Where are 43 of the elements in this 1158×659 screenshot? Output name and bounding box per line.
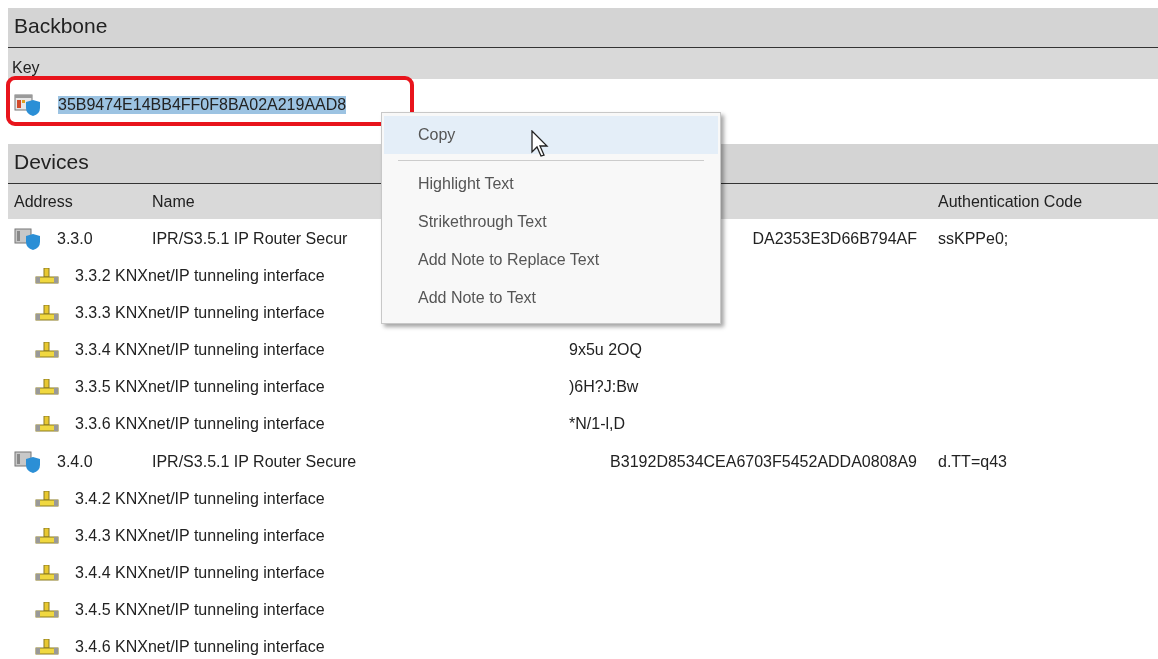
column-header: Address [14,192,74,211]
mouse-pointer-icon [531,130,549,158]
connector-icon [35,415,59,432]
connector-icon [35,378,59,395]
table-cell: 9x5u 2OQ [569,340,642,358]
menu-item[interactable]: Copy [384,116,718,154]
key-value[interactable]: 35B9474E14BB4FF0F8BA02A219AAD8 [58,96,347,114]
menu-item[interactable]: Add Note to Replace Text [384,241,718,279]
table-cell: DA2353E3D66B794AF [752,229,917,247]
menu-item[interactable]: Add Note to Text [384,279,718,317]
window-shield-icon [14,94,40,116]
connector-icon [35,267,59,284]
tree-item[interactable]: 3.3.6 KNXnet/IP tunneling interface [75,414,569,433]
connector-icon [35,638,59,655]
tree-item[interactable]: 3.4.6 KNXnet/IP tunneling interface [75,637,569,656]
table-cell: *N/1-l,D [569,414,625,432]
section-header: Backbone [8,8,1158,48]
connector-icon [35,527,59,544]
table-cell-text: IPR/S3.5.1 IP Router Secure [152,452,358,471]
router-shield-icon [14,227,40,250]
tree-item[interactable]: 3.4.4 KNXnet/IP tunneling interface [75,563,569,582]
column-header: Authentication Code [938,192,1084,211]
router-shield-icon [14,450,40,473]
connector-icon [35,490,59,507]
table-cell: B3192D8534CEA6703F5452ADDA0808A9 [610,452,917,470]
menu-item[interactable]: Strikethrough Text [384,203,718,241]
tree-item[interactable]: 3.4.3 KNXnet/IP tunneling interface [75,526,569,545]
column-header: Name [152,192,196,211]
tree-item[interactable]: 3.3.5 KNXnet/IP tunneling interface [75,377,569,396]
tree-item[interactable]: 3.3.4 KNXnet/IP tunneling interface [75,340,569,359]
table-cell-text: 3.3.0 [57,229,94,248]
connector-icon [35,304,59,321]
table-cell-text: IPR/S3.5.1 IP Router Secur [152,229,349,248]
column-header: Key [8,48,1158,79]
table-cell: )6H?J:Bw [569,377,639,395]
tree-item[interactable]: 3.4.2 KNXnet/IP tunneling interface [75,489,569,508]
table-cell-text: 3.4.0 [57,452,94,471]
table-cell-text: d.TT=q43 [938,452,1008,471]
connector-icon [35,564,59,581]
tree-item[interactable]: 3.4.5 KNXnet/IP tunneling interface [75,600,569,619]
connector-icon [35,601,59,618]
table-cell-text: ssKPPe0; [938,229,1010,248]
connector-icon [35,341,59,358]
